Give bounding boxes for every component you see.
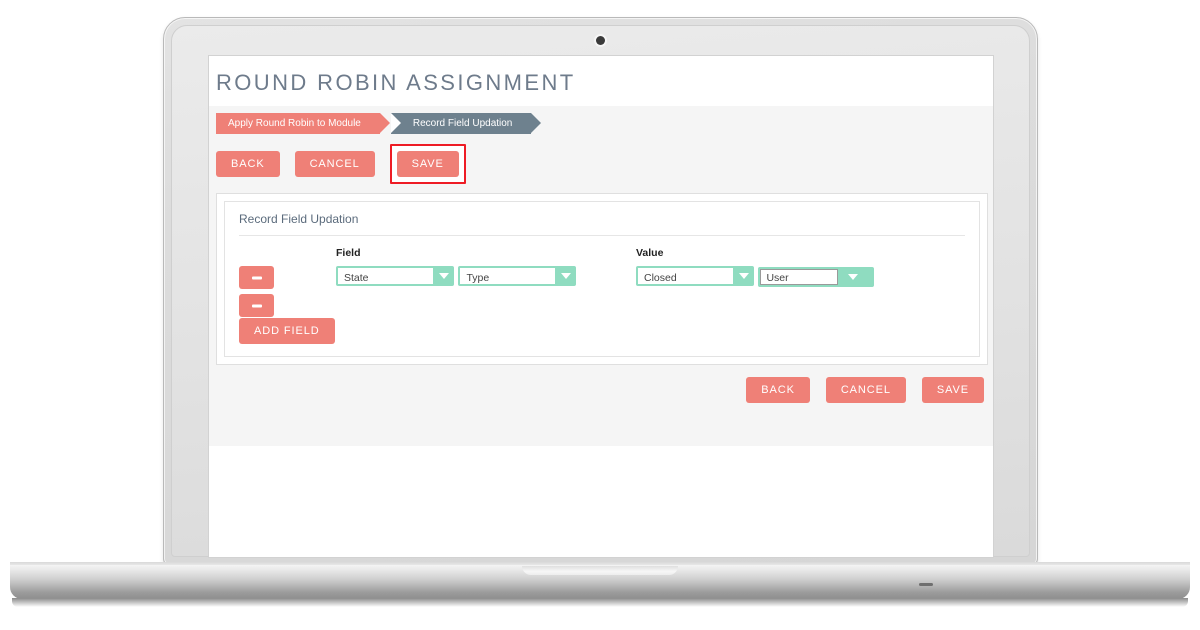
field-select-1[interactable]: State [336, 266, 454, 286]
save-button-highlight: SAVE [389, 144, 466, 184]
app-body: Apply Round Robin to Module Record Field… [209, 106, 993, 446]
laptop-base-port [919, 583, 933, 586]
value-column: Value Closed User [636, 247, 876, 322]
laptop-screen: ROUND ROBIN ASSIGNMENT Apply Round Robin… [208, 55, 994, 558]
field-select-2[interactable]: Type [458, 266, 577, 286]
breadcrumb-step-record-field-updation[interactable]: Record Field Updation [390, 113, 541, 134]
app-window: ROUND ROBIN ASSIGNMENT Apply Round Robin… [209, 56, 993, 557]
save-button-bottom[interactable]: SAVE [921, 377, 984, 403]
value-column-header: Value [636, 247, 664, 259]
cancel-button-bottom[interactable]: CANCEL [825, 377, 906, 403]
breadcrumb: Apply Round Robin to Module Record Field… [209, 106, 993, 134]
value-select-2-input[interactable]: User [760, 269, 839, 285]
laptop-shadow [12, 598, 1188, 607]
remove-row-button-2[interactable] [239, 294, 274, 317]
chevron-down-icon[interactable] [555, 266, 576, 286]
remove-buttons-column [239, 247, 336, 322]
laptop-base-notch [522, 566, 678, 575]
value-select-1[interactable]: Closed [636, 266, 754, 286]
remove-column-spacer [239, 247, 336, 261]
field-column: Field State Type [336, 247, 636, 322]
add-field-button[interactable]: ADD FIELD [239, 318, 335, 344]
card-inner: Record Field Updation Field State Type V… [224, 201, 980, 357]
field-column-header: Field [336, 247, 361, 259]
value-select-2[interactable]: User [758, 267, 875, 287]
save-button-top[interactable]: SAVE [396, 151, 459, 177]
bottom-toolbar: BACK CANCEL SAVE [209, 365, 993, 403]
webcam-icon [596, 36, 605, 45]
field-value-grid: Field State Type Value Closed User [239, 236, 965, 322]
laptop-mockup-scene: ROUND ROBIN ASSIGNMENT Apply Round Robin… [0, 0, 1200, 630]
top-toolbar: BACK CANCEL SAVE [209, 134, 993, 193]
cancel-button-top[interactable]: CANCEL [294, 151, 375, 177]
field-select-1-value: State [338, 268, 433, 284]
chevron-down-icon[interactable] [433, 266, 454, 286]
card-heading: Record Field Updation [239, 212, 965, 236]
chevron-down-icon[interactable] [733, 266, 754, 286]
chevron-down-icon[interactable] [838, 267, 868, 287]
breadcrumb-step-apply-round-robin[interactable]: Apply Round Robin to Module [216, 113, 390, 134]
record-field-updation-card: Record Field Updation Field State Type V… [216, 193, 988, 365]
back-button-bottom[interactable]: BACK [746, 377, 810, 403]
back-button-top[interactable]: BACK [216, 151, 280, 177]
field-select-2-value: Type [460, 268, 556, 284]
page-title: ROUND ROBIN ASSIGNMENT [209, 56, 993, 106]
app-empty-area [209, 446, 993, 556]
value-select-1-value: Closed [638, 268, 733, 284]
remove-row-button-1[interactable] [239, 266, 274, 289]
